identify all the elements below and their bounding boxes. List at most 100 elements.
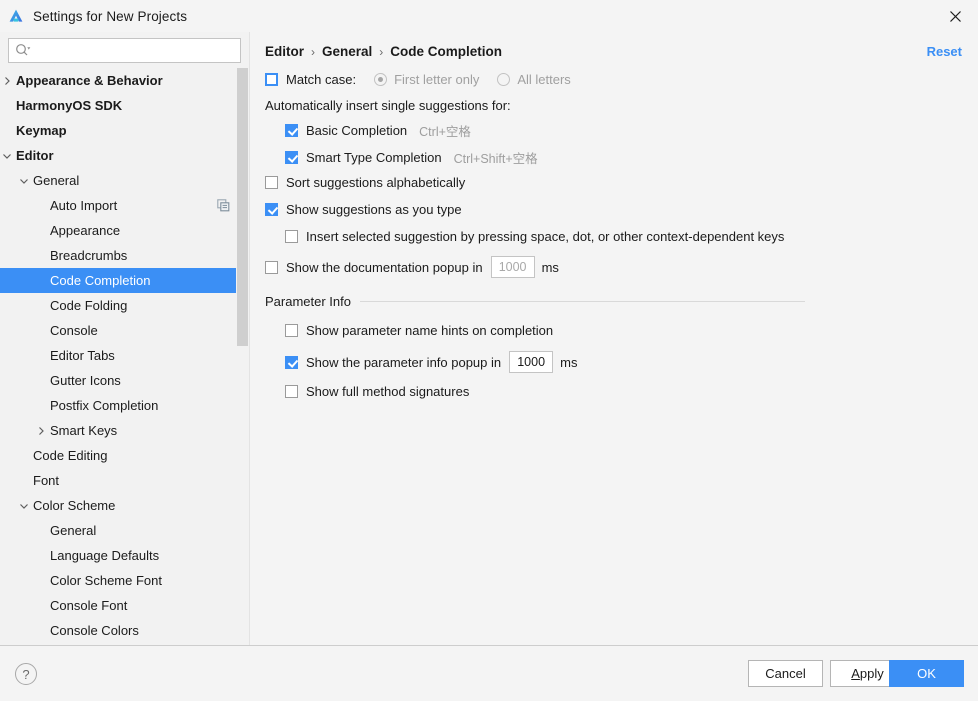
sidebar-item-label: Appearance & Behavior [16,73,163,88]
show-as-you-type-label: Show suggestions as you type [286,202,462,217]
sidebar-item-label: Keymap [16,123,67,138]
sidebar-item-smart-keys[interactable]: Smart Keys [0,418,249,443]
auto-insert-text: Automatically insert single suggestions … [265,98,511,113]
insert-selected-label: Insert selected suggestion by pressing s… [306,229,785,244]
sidebar-item-console[interactable]: Console [0,318,249,343]
sort-alphabetically-checkbox[interactable] [265,176,278,189]
sidebar-item-console-font[interactable]: Console Font [0,593,249,618]
chevron-down-icon[interactable] [1,150,13,162]
window-title: Settings for New Projects [33,8,188,24]
all-letters-radio[interactable] [497,73,511,86]
sidebar-scrollbar-thumb[interactable] [237,68,248,346]
breadcrumb-separator: › [311,44,315,59]
full-signatures-label: Show full method signatures [306,384,470,399]
basic-completion-checkbox[interactable] [285,124,298,137]
sidebar-item-breadcrumbs[interactable]: Breadcrumbs [0,243,249,268]
sidebar-item-label: Code Folding [50,298,128,313]
search-input[interactable] [8,38,241,63]
sidebar-item-keymap[interactable]: Keymap [0,118,249,143]
sidebar-item-label: Breadcrumbs [50,248,128,263]
search-box[interactable] [8,38,241,63]
show-as-you-type-checkbox[interactable] [265,203,278,216]
parameter-info-section-header: Parameter Info [265,294,805,309]
doc-popup-row[interactable]: Show the documentation popup in ms [265,256,559,278]
info-popup-row[interactable]: Show the parameter info popup in ms [285,351,577,373]
name-hints-checkbox[interactable] [285,324,298,337]
apply-rest: pply [859,666,884,681]
info-popup-checkbox[interactable] [285,355,298,369]
doc-popup-unit: ms [541,259,559,275]
reset-link[interactable]: Reset [927,44,962,59]
show-as-you-type-row[interactable]: Show suggestions as you type [265,202,462,217]
chevron-down-icon[interactable] [18,175,30,187]
sidebar-item-label: Auto Import [50,198,118,213]
insert-selected-checkbox[interactable] [285,230,298,243]
sidebar-item-color-scheme[interactable]: Color Scheme [0,493,249,518]
sidebar-item-code-editing[interactable]: Code Editing [0,443,249,468]
breadcrumb-item[interactable]: Editor [265,44,304,59]
deveco-studio-icon [8,8,24,24]
breadcrumb-item[interactable]: General [322,44,372,59]
first-letter-radio[interactable] [374,73,388,86]
sidebar-item-auto-import[interactable]: Auto Import [0,193,249,218]
match-case-row: Match case: First letter only All letter… [265,72,571,87]
doc-popup-checkbox[interactable] [265,260,278,274]
sidebar-item-code-folding[interactable]: Code Folding [0,293,249,318]
sidebar-item-editor-tabs[interactable]: Editor Tabs [0,343,249,368]
match-case-checkbox[interactable] [265,73,278,86]
sidebar-item-font[interactable]: Font [0,468,249,493]
dialog-footer: ? Cancel Apply OK [0,645,978,701]
sidebar-item-language-defaults[interactable]: Language Defaults [0,543,249,568]
basic-completion-shortcut: Ctrl+空格 [419,125,471,139]
breadcrumb-separator: › [379,44,384,59]
sidebar-item-editor[interactable]: Editor [0,143,249,168]
sidebar-item-label: Font [33,473,60,488]
settings-content: Editor › General › Code Completion Reset Mat… [250,32,978,645]
full-signatures-checkbox[interactable] [285,385,298,398]
help-button[interactable]: ? [15,663,37,685]
info-popup-delay-input[interactable] [509,351,554,373]
breadcrumb-item: Code Completion [390,44,503,59]
close-icon[interactable] [932,0,978,32]
sidebar-item-gutter-icons[interactable]: Gutter Icons [0,368,249,393]
sidebar-item-appearance-behavior[interactable]: Appearance & Behavior [0,68,249,93]
match-case-radio-all[interactable]: All letters [497,72,571,87]
sidebar-item-appearance[interactable]: Appearance [0,218,249,243]
sidebar-item-label: Code Completion [50,273,151,288]
smart-type-completion-row[interactable]: Smart Type Completion Ctrl+Shift+空格 [285,148,538,167]
sort-alphabetically-row[interactable]: Sort suggestions alphabetically [265,175,465,190]
copy-icon[interactable] [217,199,230,212]
chevron-right-icon[interactable] [1,75,13,87]
basic-completion-row[interactable]: Basic Completion Ctrl+空格 [285,121,471,140]
settings-tree[interactable]: Appearance & Behavior HarmonyOS SDK Keymap… [0,68,249,645]
sidebar-item-postfix-completion[interactable]: Postfix Completion [0,393,249,418]
smart-type-completion-label: Smart Type Completion [306,150,442,165]
name-hints-row[interactable]: Show parameter name hints on completion [285,323,553,338]
sidebar-item-label: Console Colors [50,623,139,638]
chevron-down-icon[interactable] [18,500,30,512]
doc-popup-delay-input[interactable] [490,256,535,278]
section-divider [360,301,805,302]
sidebar-item-general[interactable]: General [0,168,249,193]
sidebar-item-label: Console [50,323,98,338]
sidebar-item-code-completion[interactable]: Code Completion [0,268,249,293]
apply-mnemonic: A [851,666,860,681]
sidebar-item-label: Editor [16,148,54,163]
cancel-button[interactable]: Cancel [748,660,823,687]
sidebar-item-harmonyos-sdk[interactable]: HarmonyOS SDK [0,93,249,118]
sidebar-item-console-colors[interactable]: Console Colors [0,618,249,643]
sidebar-scrollbar-track[interactable] [236,68,249,645]
full-signatures-row[interactable]: Show full method signatures [285,384,469,399]
chevron-right-icon[interactable] [35,425,47,437]
insert-selected-row[interactable]: Insert selected suggestion by pressing s… [285,229,784,244]
sidebar-item-color-scheme-font[interactable]: Color Scheme Font [0,568,249,593]
smart-type-completion-checkbox[interactable] [285,151,298,164]
info-popup-label: Show the parameter info popup in [306,354,502,370]
match-case-label: Match case: [286,72,357,87]
match-case-radio-first[interactable]: First letter only [374,72,479,87]
ok-button[interactable]: OK [889,660,964,687]
sidebar-item-label: Color Scheme [33,498,116,513]
sidebar-item-general[interactable]: General [0,518,249,543]
sidebar-item-label: HarmonyOS SDK [16,98,123,113]
breadcrumb: Editor › General › Code Completion [265,44,502,59]
